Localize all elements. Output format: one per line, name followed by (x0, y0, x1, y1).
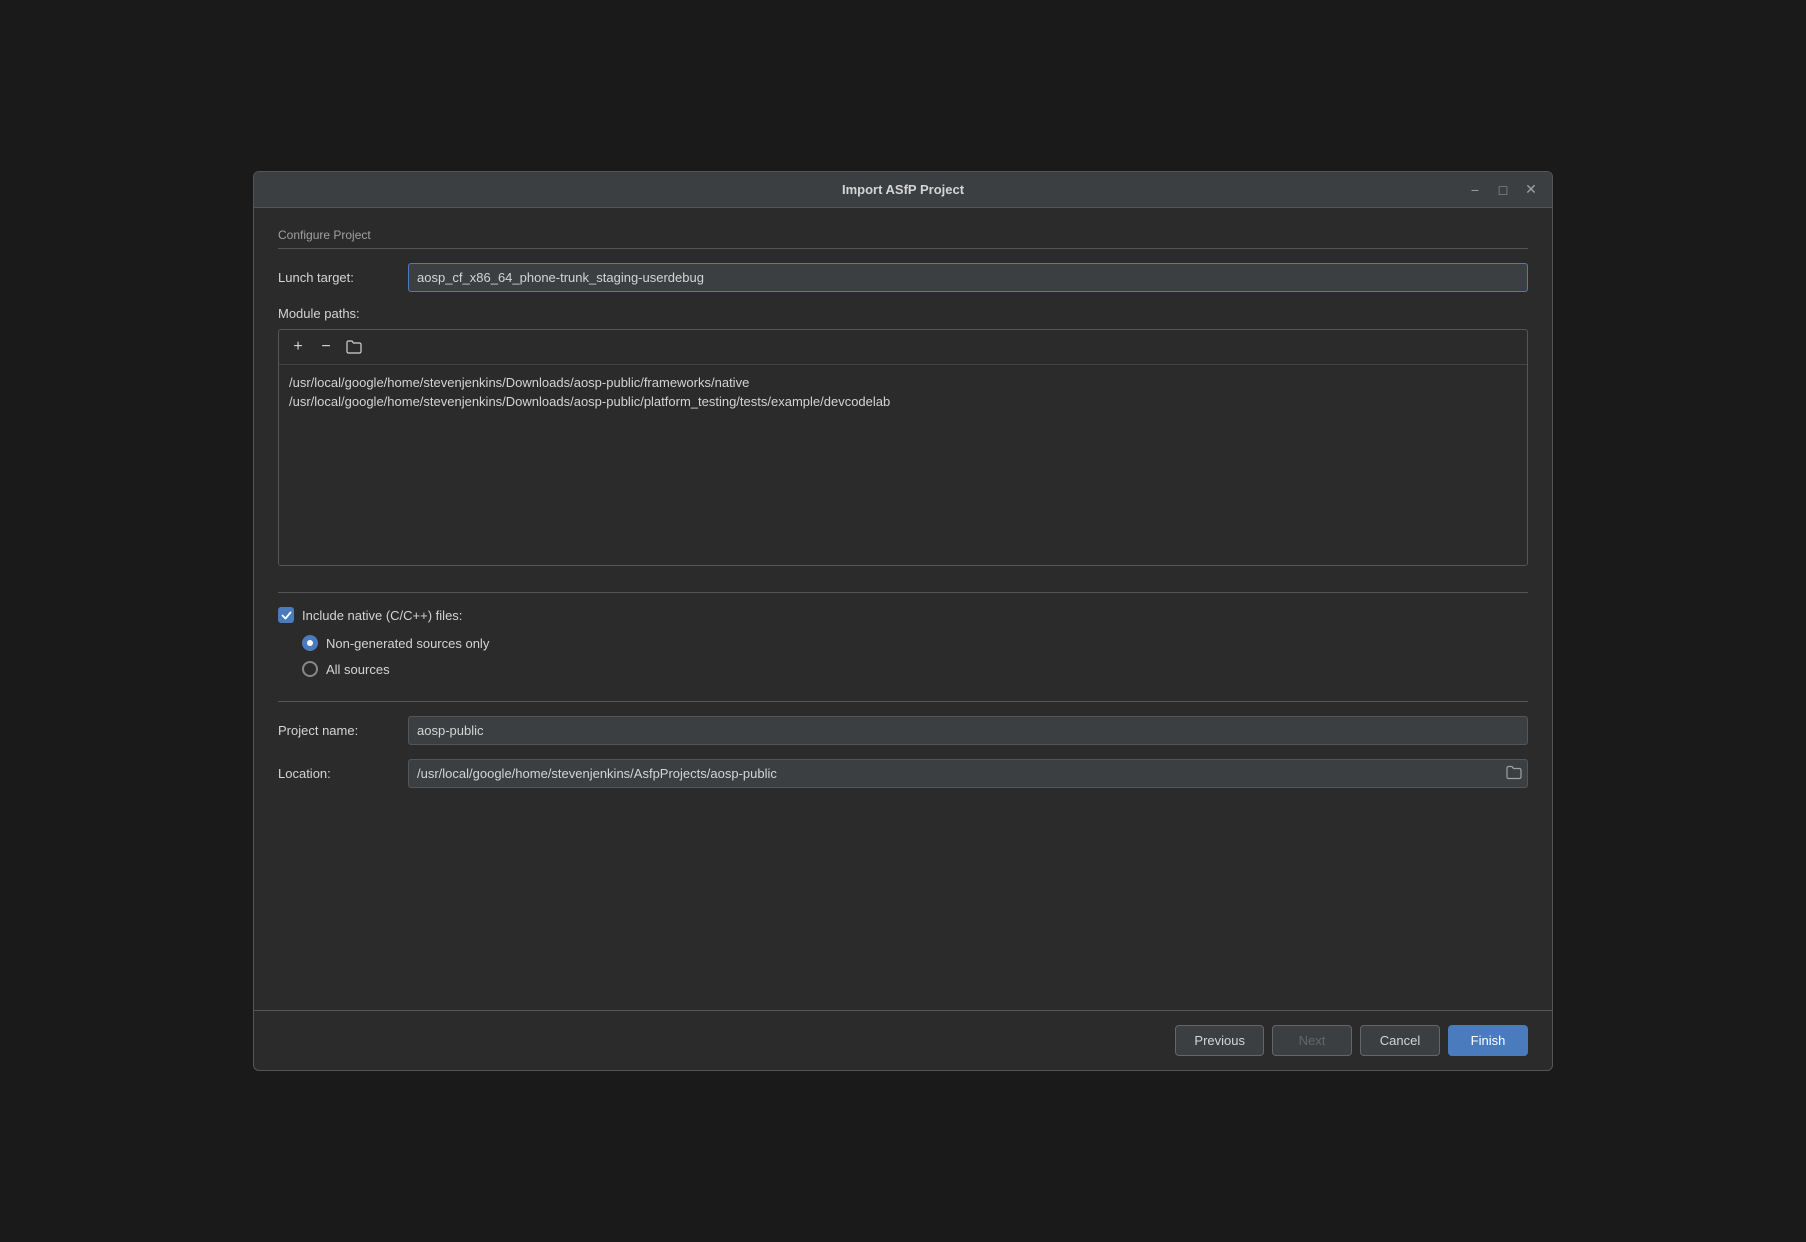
dialog-content: Configure Project Lunch target: Module p… (254, 208, 1552, 1010)
module-paths-box: + − /usr/local/google/home/stevenjenkins… (278, 329, 1528, 566)
title-bar: Import ASfP Project − □ ✕ (254, 172, 1552, 208)
browse-path-button[interactable] (343, 336, 365, 358)
minimize-button[interactable]: − (1464, 179, 1486, 201)
next-button[interactable]: Next (1272, 1025, 1352, 1056)
non-generated-radio-row[interactable]: Non-generated sources only (302, 635, 1528, 651)
include-native-checkbox[interactable] (278, 607, 294, 623)
location-browse-button[interactable] (1504, 763, 1524, 784)
non-generated-radio[interactable] (302, 635, 318, 651)
maximize-button[interactable]: □ (1492, 179, 1514, 201)
module-paths-section: Module paths: + − /usr/local/google/home… (278, 306, 1528, 582)
module-paths-list: /usr/local/google/home/stevenjenkins/Dow… (279, 365, 1527, 565)
all-sources-label: All sources (326, 662, 390, 677)
project-name-input[interactable] (408, 716, 1528, 745)
non-generated-label: Non-generated sources only (326, 636, 489, 651)
module-paths-label: Module paths: (278, 306, 1528, 321)
location-row: Location: (278, 759, 1528, 788)
window-controls: − □ ✕ (1464, 179, 1542, 201)
import-dialog: Import ASfP Project − □ ✕ Configure Proj… (253, 171, 1553, 1071)
previous-button[interactable]: Previous (1175, 1025, 1264, 1056)
all-sources-radio-row[interactable]: All sources (302, 661, 1528, 677)
module-paths-toolbar: + − (279, 330, 1527, 365)
list-item: /usr/local/google/home/stevenjenkins/Dow… (289, 392, 1517, 411)
sources-radio-group: Non-generated sources only All sources (302, 635, 1528, 677)
finish-button[interactable]: Finish (1448, 1025, 1528, 1056)
dialog-title: Import ASfP Project (842, 182, 964, 197)
add-path-button[interactable]: + (287, 336, 309, 358)
close-button[interactable]: ✕ (1520, 179, 1542, 201)
lunch-target-input[interactable] (408, 263, 1528, 292)
lunch-target-label: Lunch target: (278, 270, 408, 285)
include-native-label: Include native (C/C++) files: (302, 608, 462, 623)
section-title: Configure Project (278, 228, 1528, 249)
location-label: Location: (278, 766, 408, 781)
location-input[interactable] (408, 759, 1528, 788)
location-input-wrapper (408, 759, 1528, 788)
cancel-button[interactable]: Cancel (1360, 1025, 1440, 1056)
project-name-row: Project name: (278, 716, 1528, 745)
list-item: /usr/local/google/home/stevenjenkins/Dow… (289, 373, 1517, 392)
project-name-label: Project name: (278, 723, 408, 738)
dialog-footer: Previous Next Cancel Finish (254, 1010, 1552, 1070)
all-sources-radio[interactable] (302, 661, 318, 677)
remove-path-button[interactable]: − (315, 336, 337, 358)
lunch-target-row: Lunch target: (278, 263, 1528, 292)
divider-2 (278, 701, 1528, 702)
include-native-row[interactable]: Include native (C/C++) files: (278, 607, 1528, 623)
divider (278, 592, 1528, 593)
